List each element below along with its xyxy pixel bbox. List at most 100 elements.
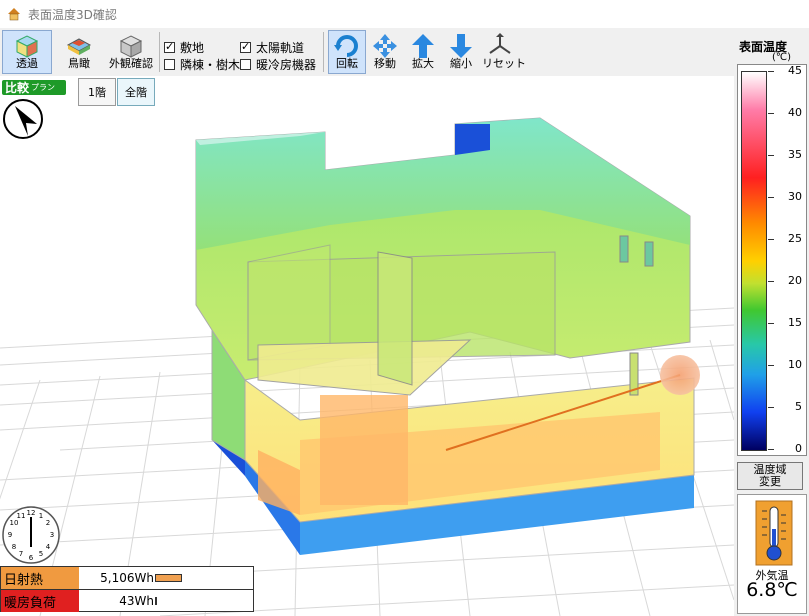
zoom-out-button[interactable]: 縮小 bbox=[443, 30, 479, 74]
svg-text:10: 10 bbox=[10, 519, 19, 527]
scale-tick-label: 45 bbox=[788, 64, 802, 77]
interior-warm-wall bbox=[320, 395, 408, 505]
compare-plan-badge[interactable]: 比較 プラン bbox=[2, 80, 66, 95]
svg-text:7: 7 bbox=[19, 550, 23, 558]
move-button[interactable]: 移動 bbox=[367, 30, 403, 74]
solar-heat-row: 日射熱 5,106Wh bbox=[1, 567, 253, 590]
cold-corner bbox=[455, 124, 490, 155]
rotate-button[interactable]: 回転 bbox=[328, 30, 366, 74]
svg-text:8: 8 bbox=[12, 543, 16, 551]
scale-tick-label: 15 bbox=[788, 316, 802, 329]
hvac-checkbox[interactable]: 暖冷房機器 bbox=[240, 56, 316, 73]
outside-temp-box: 外気温 6.8℃ bbox=[737, 494, 807, 614]
transparent-view-button[interactable]: 透過 bbox=[2, 30, 52, 74]
scale-tick-label: 25 bbox=[788, 232, 802, 245]
svg-text:12: 12 bbox=[27, 509, 36, 517]
sun-path-label: 太陽軌道 bbox=[256, 41, 305, 55]
solar-heat-value: 5,106Wh bbox=[100, 571, 154, 585]
solar-heat-bar bbox=[155, 574, 182, 582]
reset-button[interactable]: リセット bbox=[481, 30, 526, 74]
all-floors-button[interactable]: 全階 bbox=[117, 78, 155, 106]
window-2 bbox=[644, 241, 654, 267]
birdseye-view-button[interactable]: 鳥瞰 bbox=[54, 30, 104, 74]
exterior-check-button[interactable]: 外観確認 bbox=[106, 30, 156, 74]
svg-text:5: 5 bbox=[39, 550, 43, 558]
window-1 bbox=[619, 235, 629, 263]
svg-text:4: 4 bbox=[46, 543, 51, 551]
stair-landing bbox=[257, 339, 472, 396]
zoom-out-label: 縮小 bbox=[450, 57, 472, 70]
color-scale: 45 40 35 30 25 20 15 10 5 0 bbox=[737, 64, 807, 456]
svg-text:9: 9 bbox=[8, 531, 12, 539]
outside-temp-value: 6.8℃ bbox=[746, 579, 798, 601]
house-3d-model[interactable] bbox=[0, 76, 734, 616]
scale-tick-label: 40 bbox=[788, 106, 802, 119]
scale-tick-label: 30 bbox=[788, 190, 802, 203]
sun-path-checkbox[interactable]: 太陽軌道 bbox=[240, 39, 304, 56]
transparent-view-label: 透過 bbox=[16, 57, 38, 70]
energy-stats-table: 日射熱 5,106Wh 暖房負荷 43Wh bbox=[0, 566, 254, 612]
scale-tick-label: 5 bbox=[795, 400, 802, 413]
toolbar: 透過 鳥瞰 外観確認 敷地 太陽軌道 隣棟・樹木 暖冷房機器 bbox=[0, 28, 734, 76]
neighbors-trees-checkbox[interactable]: 隣棟・樹木 bbox=[164, 56, 240, 73]
clock-icon: 12 1 2 3 4 5 6 7 8 9 10 11 bbox=[2, 506, 60, 564]
scale-tick bbox=[768, 449, 774, 450]
legend-unit: (℃) bbox=[772, 52, 792, 63]
compare-label: 比較 bbox=[5, 81, 30, 95]
compass-icon bbox=[3, 99, 43, 139]
birdseye-view-label: 鳥瞰 bbox=[68, 57, 90, 70]
hvac-label: 暖冷房機器 bbox=[256, 58, 317, 72]
svg-text:6: 6 bbox=[29, 554, 34, 562]
scale-tick-label: 10 bbox=[788, 358, 802, 371]
scale-tick bbox=[768, 197, 774, 198]
scale-tick-label: 0 bbox=[795, 442, 802, 455]
scale-tick bbox=[768, 365, 774, 366]
compare-sub-label: プラン bbox=[31, 83, 56, 92]
floor-1-button[interactable]: 1階 bbox=[78, 78, 116, 106]
sun-path-check-mark[interactable] bbox=[240, 40, 251, 53]
heating-load-key: 暖房負荷 bbox=[1, 590, 79, 612]
svg-text:1: 1 bbox=[39, 512, 43, 520]
scale-tick-label: 35 bbox=[788, 148, 802, 161]
scale-tick bbox=[768, 239, 774, 240]
scale-tick bbox=[768, 323, 774, 324]
interior-door-panel bbox=[377, 251, 413, 386]
exterior-check-label: 外観確認 bbox=[109, 57, 153, 70]
toolbar-divider bbox=[159, 32, 160, 72]
floor-1-label: 1階 bbox=[88, 86, 106, 99]
title-bar: 表面温度3D確認 bbox=[0, 0, 809, 28]
change-range-button[interactable]: 温度域 変更 bbox=[737, 462, 803, 490]
3d-viewport[interactable] bbox=[0, 76, 734, 616]
hvac-check-mark[interactable] bbox=[240, 59, 251, 70]
scale-tick bbox=[768, 281, 774, 282]
heating-load-bar bbox=[155, 597, 157, 605]
reset-label: リセット bbox=[482, 57, 526, 70]
move-label: 移動 bbox=[374, 57, 396, 70]
app-house-icon bbox=[8, 8, 20, 21]
scale-tick bbox=[768, 155, 774, 156]
zoom-in-button[interactable]: 拡大 bbox=[405, 30, 441, 74]
site-checkbox[interactable]: 敷地 bbox=[164, 39, 204, 56]
neighbors-trees-check-mark[interactable] bbox=[164, 59, 175, 70]
heating-load-value: 43Wh bbox=[119, 594, 154, 608]
neighbors-trees-label: 隣棟・樹木 bbox=[180, 58, 241, 72]
temperature-legend-panel: 表面温度 (℃) 45 40 35 30 25 20 15 10 5 0 温度域 変更 外気温 6… bbox=[734, 28, 809, 616]
svg-text:3: 3 bbox=[50, 531, 54, 539]
color-gradient-bar bbox=[741, 71, 767, 451]
rotate-label: 回転 bbox=[336, 57, 358, 70]
svg-text:2: 2 bbox=[46, 519, 50, 527]
sun-marker[interactable] bbox=[660, 355, 700, 395]
site-label: 敷地 bbox=[180, 41, 205, 55]
scale-tick-label: 20 bbox=[788, 274, 802, 287]
svg-text:11: 11 bbox=[17, 512, 26, 520]
scale-tick bbox=[768, 407, 774, 408]
site-check-mark[interactable] bbox=[164, 40, 175, 53]
toolbar-divider bbox=[323, 32, 324, 72]
thermometer-icon bbox=[755, 500, 793, 566]
heating-load-row: 暖房負荷 43Wh bbox=[1, 590, 253, 612]
solar-heat-key: 日射熱 bbox=[1, 567, 79, 589]
scale-tick bbox=[768, 113, 774, 114]
interior-partition-side bbox=[247, 244, 331, 361]
scale-tick bbox=[768, 71, 774, 72]
zoom-in-label: 拡大 bbox=[412, 57, 434, 70]
